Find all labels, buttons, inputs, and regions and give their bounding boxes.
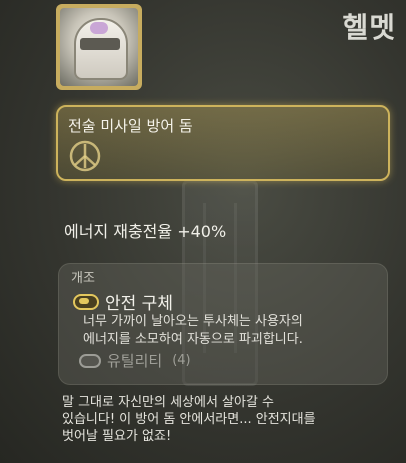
mod-panel: 개조 안전 구체 너무 가까이 날아오는 투사체는 사용자의 에너지를 소모하여… xyxy=(58,263,388,385)
perk-card[interactable]: 전술 미사일 방어 돔 xyxy=(56,105,390,181)
utility-row: 유틸리티 (4) xyxy=(79,350,191,371)
helmet-icon xyxy=(60,8,138,86)
item-title: 헬멧 xyxy=(342,11,396,44)
utility-label: 유틸리티 xyxy=(107,352,163,370)
mod-name: 안전 구체 xyxy=(105,294,173,314)
perk-emblem-icon xyxy=(69,140,101,172)
utility-count: (4) xyxy=(172,353,191,368)
mod-description-line: 에너지를 소모하여 자동으로 파괴합니다. xyxy=(83,332,303,347)
mod-name-row: 안전 구체 xyxy=(73,289,173,314)
helmet-crest xyxy=(90,22,108,34)
lore-line: 말 그대로 자신만의 세상에서 살아갈 수 xyxy=(62,395,275,410)
item-icon-frame xyxy=(56,4,142,90)
mod-header: 개조 xyxy=(71,271,95,286)
helmet-visor xyxy=(80,38,120,50)
mod-slot-icon xyxy=(73,293,99,310)
perk-label: 전술 미사일 방어 돔 xyxy=(68,117,193,135)
mod-description-line: 너무 가까이 날아오는 투사체는 사용자의 xyxy=(83,314,303,329)
stat-energy-recharge: 에너지 재충전율 +40% xyxy=(64,222,227,241)
mod-description: 너무 가까이 날아오는 투사체는 사용자의 에너지를 소모하여 자동으로 파괴합… xyxy=(83,313,383,349)
lore-text: 말 그대로 자신만의 세상에서 살아갈 수 있습니다! 이 방어 돔 안에서라면… xyxy=(62,394,392,445)
lore-line: 벗어날 필요가 없죠! xyxy=(62,429,172,444)
lore-line: 있습니다! 이 방어 돔 안에서라면... 안전지대를 xyxy=(62,412,316,427)
utility-slot-icon xyxy=(79,353,101,368)
